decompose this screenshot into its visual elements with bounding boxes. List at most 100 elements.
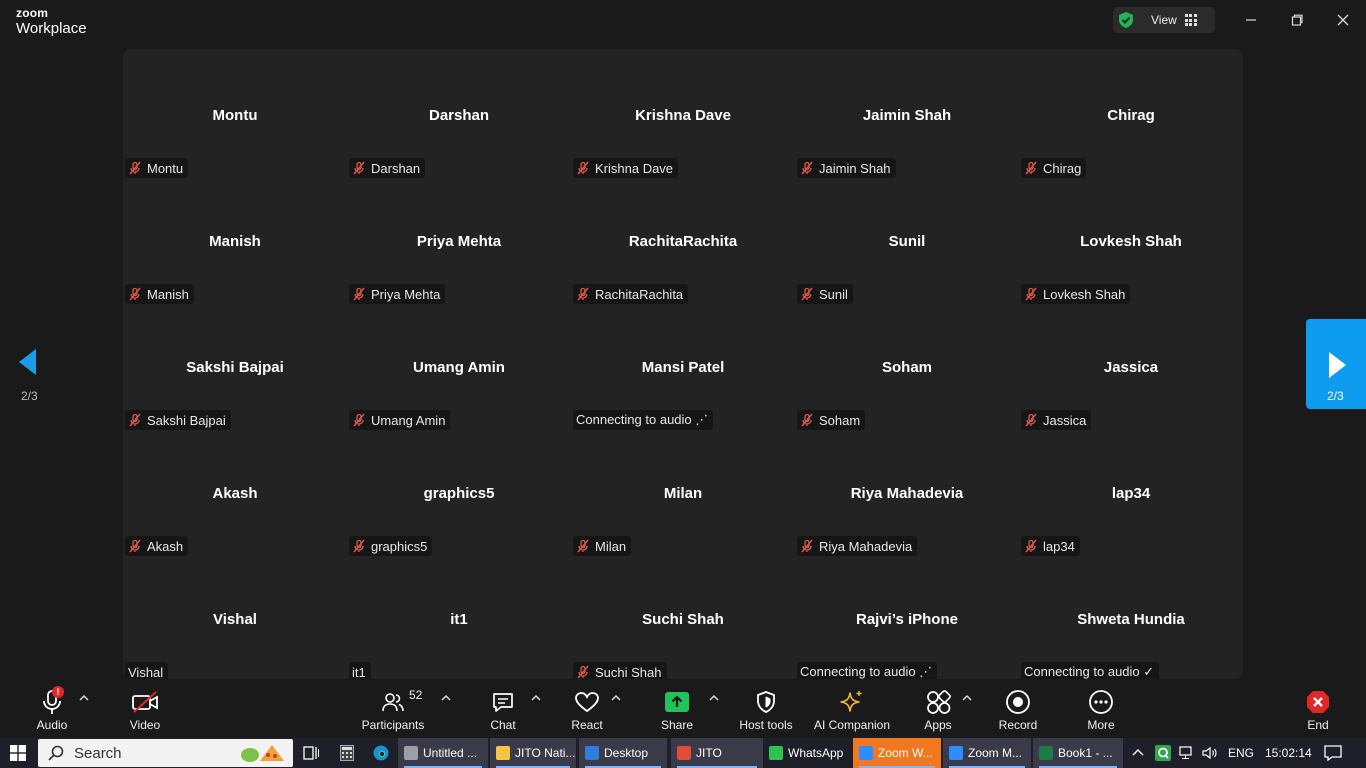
participant-tile[interactable]: Jassica Jassica — [1019, 306, 1243, 432]
apps-options-chevron-icon[interactable] — [961, 692, 973, 704]
shield-check-icon — [1119, 12, 1133, 28]
end-label: End — [1307, 718, 1329, 732]
end-icon — [1307, 691, 1329, 713]
minimize-button[interactable] — [1239, 8, 1263, 32]
video-label: Video — [129, 718, 161, 732]
participants-options-chevron-icon[interactable] — [440, 692, 452, 704]
participant-tile[interactable]: Lovkesh Shah Lovkesh Shah — [1019, 180, 1243, 306]
participant-tile[interactable]: Chirag Chirag — [1019, 54, 1243, 180]
language-indicator[interactable]: ENG — [1228, 738, 1254, 768]
end-button[interactable]: End — [1297, 680, 1339, 738]
participant-tile[interactable]: Mansi Patel Connecting to audio ⋰ — [571, 306, 795, 432]
participant-nameplate: Montu — [125, 158, 189, 178]
nameplate-label: Umang Amin — [371, 412, 446, 428]
app-icon — [949, 746, 963, 760]
participant-nameplate: Jassica — [1021, 410, 1092, 430]
previous-page-button[interactable]: 2/3 — [0, 319, 60, 409]
muted-microphone-icon — [801, 413, 813, 427]
notifications-button[interactable] — [1324, 738, 1342, 768]
react-button[interactable]: React — [566, 680, 608, 738]
ai-companion-label: AI Companion — [813, 718, 891, 732]
participants-button[interactable]: 52 Participants — [360, 680, 426, 738]
ai-companion-button[interactable]: AI Companion — [812, 680, 892, 738]
tray-q-app[interactable] — [1155, 738, 1171, 768]
gallery-view: Montu Montu Darshan Darshan Krishna Dave Kris… — [123, 49, 1243, 679]
taskbar-app-button[interactable]: Zoom W... — [853, 738, 941, 768]
participant-tile[interactable]: Shweta Hundia Connecting to audio ✓ — [1019, 558, 1243, 679]
participant-tile[interactable]: Montu Montu — [123, 54, 347, 180]
nameplate-label: graphics5 — [371, 538, 428, 554]
participant-name: Priya Mehta — [416, 233, 502, 250]
calculator-taskbar-button[interactable] — [340, 738, 358, 768]
participant-name: Sakshi Bajpai — [186, 359, 284, 376]
participant-tile[interactable]: Darshan Darshan — [347, 54, 571, 180]
participant-tile[interactable]: Jaimin Shah Jaimin Shah — [795, 54, 1019, 180]
participant-tile[interactable]: Milan Milan — [571, 432, 795, 558]
nameplate-label: Connecting to audio ✓ — [1024, 664, 1155, 679]
participant-tile[interactable]: Riya Mahadevia Riya Mahadevia — [795, 432, 1019, 558]
apps-button[interactable]: Apps — [917, 680, 959, 738]
taskbar-app-button[interactable]: Untitled ... — [398, 738, 488, 768]
volume-icon — [1202, 746, 1217, 760]
more-button[interactable]: More — [1080, 680, 1122, 738]
app-icon — [585, 746, 599, 760]
chat-options-chevron-icon[interactable] — [530, 692, 542, 704]
participant-tile[interactable]: Umang Amin Umang Amin — [347, 306, 571, 432]
app-icon — [769, 746, 783, 760]
close-button[interactable] — [1331, 8, 1355, 32]
nameplate-label: Connecting to audio ⋰ — [800, 664, 933, 679]
nameplate-label: it1 — [352, 664, 366, 680]
tray-volume[interactable] — [1202, 738, 1218, 768]
share-options-chevron-icon[interactable] — [708, 692, 720, 704]
participant-nameplate: Soham — [797, 410, 866, 430]
participant-tile[interactable]: Vishal Vishal — [123, 558, 347, 679]
edge-taskbar-button[interactable] — [373, 738, 391, 768]
participant-nameplate: Akash — [125, 536, 189, 556]
view-button[interactable]: View — [1113, 7, 1215, 33]
nameplate-label: Akash — [147, 538, 184, 554]
taskbar-search[interactable]: Search — [38, 739, 293, 767]
participant-tile[interactable]: Krishna Dave Krishna Dave — [571, 54, 795, 180]
zoom-app: zoom Workplace View 2/3 Montu Montu Darsh — [0, 0, 1366, 738]
taskbar-app-button[interactable]: JITO — [671, 738, 763, 768]
restore-button[interactable] — [1285, 8, 1309, 32]
audio-options-chevron-icon[interactable] — [78, 692, 90, 704]
grid-icon — [1184, 14, 1197, 26]
tray-overflow-button[interactable] — [1132, 738, 1146, 768]
participant-tile[interactable]: Suchi Shah Suchi Shah — [571, 558, 795, 679]
share-button[interactable]: Share — [656, 680, 698, 738]
host-tools-button[interactable]: Host tools — [736, 680, 796, 738]
participant-tile[interactable]: lap34 lap34 — [1019, 432, 1243, 558]
participant-tile[interactable]: it1 it1 — [347, 558, 571, 679]
start-button[interactable] — [10, 738, 28, 768]
react-options-chevron-icon[interactable] — [610, 692, 622, 704]
participant-tile[interactable]: graphics5 graphics5 — [347, 432, 571, 558]
taskbar-app-label: Untitled ... — [423, 746, 478, 760]
participant-tile[interactable]: Manish Manish — [123, 180, 347, 306]
chat-button[interactable]: Chat — [482, 680, 524, 738]
participant-tile[interactable]: Sunil Sunil — [795, 180, 1019, 306]
participant-tile[interactable]: Soham Soham — [795, 306, 1019, 432]
video-button[interactable]: Video — [124, 680, 166, 738]
participant-tile[interactable]: Rajvi’s iPhone Connecting to audio ⋰ — [795, 558, 1019, 679]
taskbar-app-button[interactable]: Book1 - ... — [1033, 738, 1123, 768]
nameplate-label: Sakshi Bajpai — [147, 412, 226, 428]
tray-network[interactable] — [1179, 738, 1195, 768]
taskbar-app-button[interactable]: WhatsApp — [763, 738, 853, 768]
nameplate-label: Montu — [147, 160, 184, 176]
next-page-button[interactable]: 2/3 — [1306, 319, 1366, 409]
participant-tile[interactable]: RachitaRachita RachitaRachita — [571, 180, 795, 306]
participant-tile[interactable]: Priya Mehta Priya Mehta — [347, 180, 571, 306]
nameplate-label: Riya Mahadevia — [819, 538, 913, 554]
participant-tile[interactable]: Akash Akash — [123, 432, 347, 558]
audio-button[interactable]: ! Audio — [31, 680, 73, 738]
taskbar-app-button[interactable]: JITO Nati... — [490, 738, 576, 768]
windows-icon — [10, 745, 26, 761]
record-button[interactable]: Record — [996, 680, 1040, 738]
participant-tile[interactable]: Sakshi Bajpai Sakshi Bajpai — [123, 306, 347, 432]
taskbar-app-button[interactable]: Desktop — [579, 738, 667, 768]
task-view-button[interactable] — [303, 738, 321, 768]
clock[interactable]: 15:02:14 — [1265, 738, 1312, 768]
video-off-icon — [132, 691, 158, 713]
taskbar-app-button[interactable]: Zoom M... — [943, 738, 1031, 768]
